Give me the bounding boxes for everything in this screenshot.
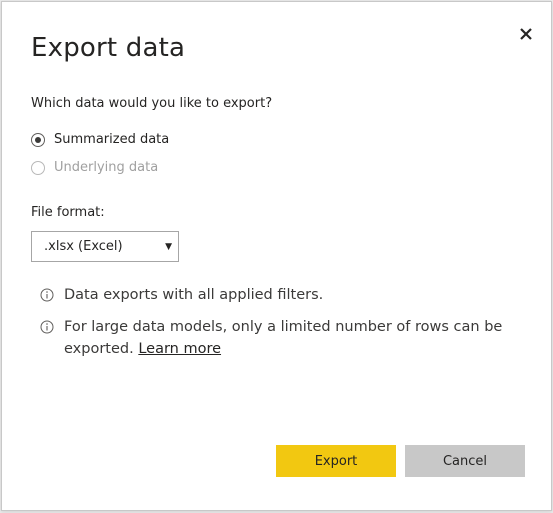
export-question: Which data would you like to export? xyxy=(31,96,273,111)
radio-label-underlying: Underlying data xyxy=(54,160,159,175)
info-rows-text-wrap: For large data models, only a limited nu… xyxy=(64,316,520,360)
close-button[interactable] xyxy=(515,23,537,45)
info-filters: Data exports with all applied filters. xyxy=(40,284,323,306)
export-data-dialog: Export data Which data would you like to… xyxy=(1,1,552,511)
info-rows-text: For large data models, only a limited nu… xyxy=(64,319,503,357)
dialog-title: Export data xyxy=(31,33,186,63)
info-icon xyxy=(40,320,54,334)
dropdown-caret-icon: ▼ xyxy=(165,242,172,252)
radio-underlying-data: Underlying data xyxy=(31,160,158,175)
file-format-select[interactable]: .xlsx (Excel) ▼ xyxy=(31,231,179,262)
close-icon xyxy=(520,28,532,40)
export-button[interactable]: Export xyxy=(276,445,396,477)
info-rows: For large data models, only a limited nu… xyxy=(40,316,520,360)
file-format-value: .xlsx (Excel) xyxy=(44,239,123,254)
cancel-button[interactable]: Cancel xyxy=(405,445,525,477)
learn-more-link[interactable]: Learn more xyxy=(138,341,221,357)
radio-disabled-indicator xyxy=(31,160,45,175)
info-filters-text: Data exports with all applied filters. xyxy=(64,287,324,303)
file-format-label: File format: xyxy=(31,205,105,220)
radio-summarized-data[interactable]: Summarized data xyxy=(31,132,169,147)
radio-label-summarized: Summarized data xyxy=(54,132,170,147)
info-icon xyxy=(40,288,54,302)
radio-selected-indicator[interactable] xyxy=(31,132,45,147)
